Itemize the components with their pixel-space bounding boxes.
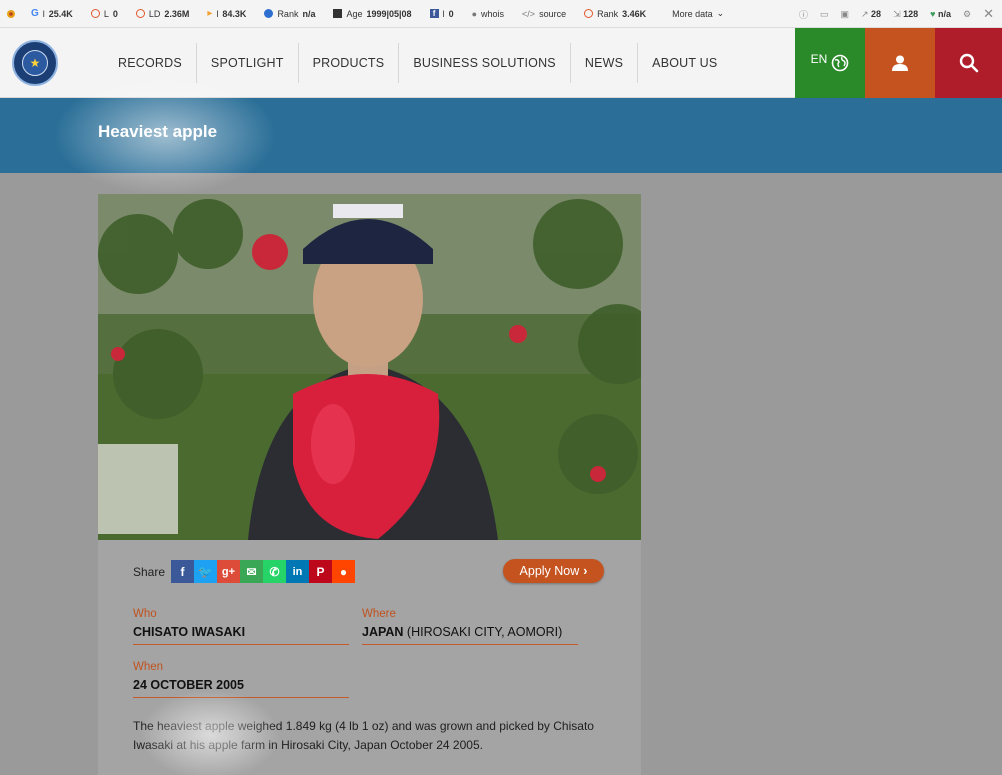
seo-google-index[interactable]: Gl 25.4K <box>22 8 82 19</box>
site-header: ★ RECORDS SPOTLIGHT PRODUCTS BUSINESS SO… <box>0 28 1002 98</box>
globe-icon <box>832 54 849 72</box>
bing-icon: ▸ <box>207 8 213 19</box>
user-icon <box>892 55 908 71</box>
close-icon[interactable]: ✕ <box>983 6 994 22</box>
whatsapp-share-icon[interactable]: ✆ <box>263 560 286 583</box>
google-plus-share-icon[interactable]: g+ <box>217 560 240 583</box>
seo-bing-index[interactable]: ▸ l 84.3K <box>198 8 255 19</box>
pinterest-share-icon[interactable]: P <box>309 560 332 583</box>
seo-source[interactable]: </> source <box>513 9 575 19</box>
seo-facebook[interactable]: fl0 <box>421 9 463 19</box>
seo-age[interactable]: Age 1999|05|08 <box>324 9 420 19</box>
apply-now-button[interactable]: Apply Now › <box>503 559 604 583</box>
nav-records[interactable]: RECORDS <box>104 43 197 83</box>
linkedin-share-icon[interactable]: in <box>286 560 309 583</box>
chevron-down-icon: ⌄ <box>716 8 725 18</box>
seo-rank[interactable]: Rank n/a <box>255 9 324 19</box>
language-button[interactable]: EN <box>795 28 865 98</box>
nav-products[interactable]: PRODUCTS <box>299 43 400 83</box>
account-button[interactable] <box>865 28 935 98</box>
facebook-share-icon[interactable]: f <box>171 560 194 583</box>
title-banner: Heaviest apple <box>0 98 1002 173</box>
external-links[interactable]: ↗ 28 <box>861 9 881 20</box>
nav-spotlight[interactable]: SPOTLIGHT <box>197 43 299 83</box>
search-icon <box>959 53 978 73</box>
seo-linking-domains[interactable]: LD 2.36M <box>127 9 199 19</box>
email-share-icon[interactable]: ✉ <box>240 560 263 583</box>
where-field: Where JAPAN (HIROSAKI CITY, AOMORI) <box>362 608 578 645</box>
chevron-right-icon: › <box>583 564 588 578</box>
seoquake-logo-icon[interactable] <box>0 0 22 28</box>
monitor-icon[interactable]: ▭ <box>820 9 829 20</box>
seo-rank-2[interactable]: Rank 3.46K <box>575 9 655 19</box>
google-icon: G <box>31 8 39 19</box>
when-field: When 24 OCTOBER 2005 <box>133 661 349 698</box>
rank2-icon <box>584 9 594 18</box>
more-data-dropdown[interactable]: More data ⌄ <box>663 8 733 19</box>
record-photo-illustration <box>98 194 641 540</box>
page-title: Heaviest apple <box>98 122 218 141</box>
code-icon: </> <box>522 8 536 19</box>
reddit-share-icon[interactable]: ● <box>332 560 355 583</box>
calendar-icon <box>333 9 343 18</box>
ld-icon <box>135 9 145 18</box>
who-field: Who CHISATO IWASAKI <box>133 608 349 645</box>
seo-links[interactable]: L0 <box>82 9 127 19</box>
share-label: Share <box>133 565 166 579</box>
internal-links[interactable]: ⇲ 128 <box>893 9 918 20</box>
when-value: 24 OCTOBER 2005 <box>133 678 244 692</box>
twitter-share-icon[interactable]: 🐦 <box>194 560 217 583</box>
record-photo <box>98 194 641 540</box>
nav-business-solutions[interactable]: BUSINESS SOLUTIONS <box>399 43 571 83</box>
record-details-card: Share f 🐦 g+ ✉ ✆ in P ● Apply Now › Who … <box>98 540 641 775</box>
seo-whois[interactable]: ● whois <box>463 9 513 19</box>
who-value: CHISATO IWASAKI <box>133 625 246 639</box>
person-icon: ● <box>471 8 478 19</box>
seo-toolbar-right: ⓘ ▭ ▣ ↗ 28 ⇲ 128 ♥ n/a ⚙ ✕ <box>799 0 994 28</box>
gear-icon[interactable]: ⚙ <box>963 9 971 20</box>
search-button[interactable] <box>935 28 1002 98</box>
record-description: The heaviest apple weighed 1.849 kg (4 l… <box>133 719 594 752</box>
info-icon[interactable]: ⓘ <box>799 8 808 21</box>
star-icon: ★ <box>22 50 48 76</box>
nav-about-us[interactable]: ABOUT US <box>638 43 731 83</box>
where-value: JAPAN (HIROSAKI CITY, AOMORI) <box>362 625 563 639</box>
share-bar: f 🐦 g+ ✉ ✆ in P ● <box>171 560 355 583</box>
rank-icon <box>264 9 274 18</box>
main-nav: RECORDS SPOTLIGHT PRODUCTS BUSINESS SOLU… <box>104 28 731 98</box>
nav-news[interactable]: NEWS <box>571 43 639 83</box>
facebook-icon: f <box>429 9 439 18</box>
links-icon <box>90 9 100 18</box>
bookmark-icon[interactable]: ▣ <box>840 9 849 20</box>
trust-score[interactable]: ♥ n/a <box>930 9 951 19</box>
gwr-logo[interactable]: ★ <box>12 40 58 86</box>
seo-toolbar: Gl 25.4K L0 LD 2.36M ▸ l 84.3K Rank n/a Age 19… <box>0 0 1002 28</box>
